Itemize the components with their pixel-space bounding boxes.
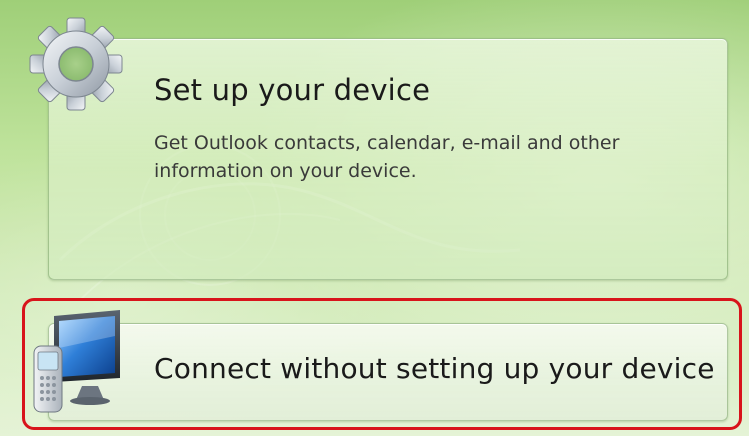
connect-without-setup-title: Connect without setting up your device	[154, 352, 715, 385]
setup-device-title: Set up your device	[154, 73, 431, 107]
setup-device-option[interactable]: Set up your device Get Outlook contacts,…	[48, 38, 728, 280]
setup-device-description: Get Outlook contacts, calendar, e-mail a…	[154, 132, 620, 182]
connect-without-setup-option[interactable]: Connect without setting up your device	[48, 323, 728, 421]
device-icon	[33, 310, 120, 413]
gear-icon	[29, 17, 123, 111]
